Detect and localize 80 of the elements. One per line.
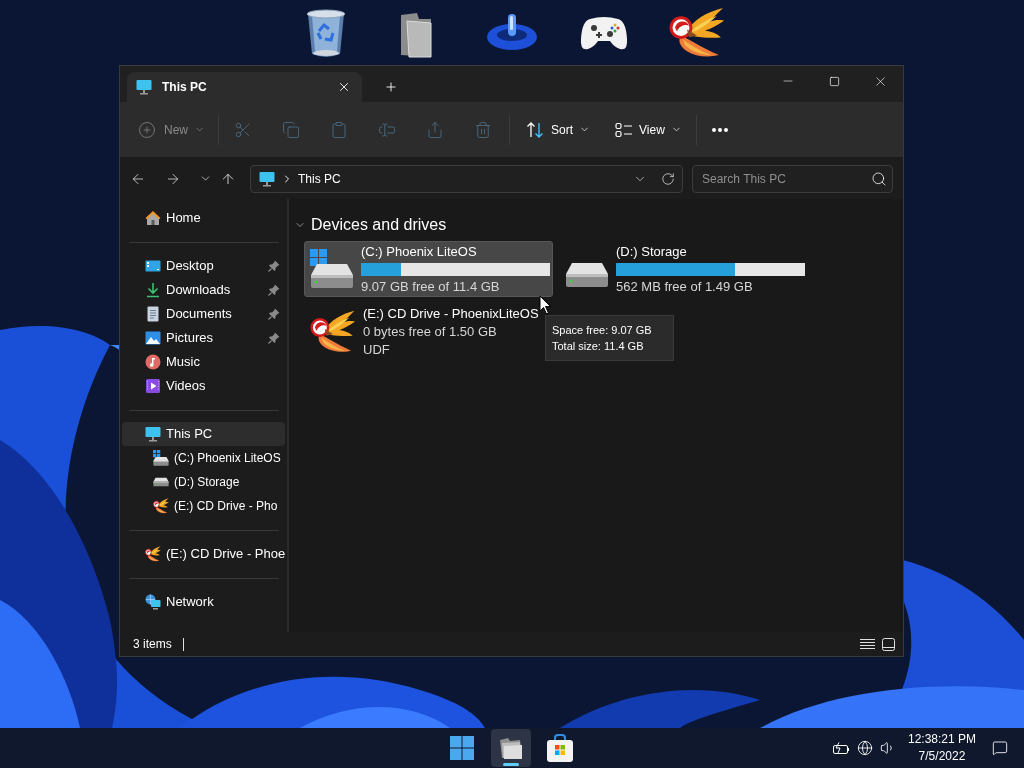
text-cursor-icon (378, 120, 396, 139)
battery-charging-icon[interactable] (832, 741, 850, 755)
sidebar-item[interactable]: Home (122, 206, 285, 230)
sidebar-item[interactable]: (E:) CD Drive - Phoe (122, 542, 285, 566)
file-system-text: UDF (363, 341, 391, 359)
sidebar-item[interactable]: This PC (122, 422, 285, 446)
winged-logo-icon (310, 310, 356, 354)
monitor-icon (136, 79, 152, 95)
scissors-icon (234, 120, 252, 139)
drive-tile[interactable]: (E:) CD Drive - PhoenixLiteOS 0 bytes free of 1.50 GB UDF (304, 304, 553, 360)
drive-name: (C:) Phoenix LiteOS (361, 244, 478, 260)
tiles-view-icon[interactable] (882, 637, 895, 651)
house-icon (145, 210, 161, 226)
details-view-icon[interactable] (860, 638, 875, 650)
drive-name: (E:) CD Drive - PhoenixLiteOS (363, 305, 539, 323)
video-icon (145, 378, 161, 394)
sidebar-item[interactable]: (E:) CD Drive - Pho (122, 494, 285, 518)
search-field[interactable]: Search This PC (692, 164, 893, 193)
plus-icon (384, 80, 398, 94)
group-heading: Devices and drives (311, 215, 447, 235)
sidebar-item[interactable]: Desktop (122, 254, 285, 278)
sidebar-item[interactable]: Pictures (122, 326, 285, 350)
windows-logo-icon (449, 736, 474, 760)
address-bar[interactable]: This PC (250, 164, 683, 193)
folders-icon (499, 737, 522, 759)
item-count: 3 items (133, 636, 172, 653)
tooltip-line: Total size: 11.4 GB (552, 339, 645, 354)
winged-logo-icon (153, 498, 169, 514)
monitor-icon (259, 170, 275, 187)
sidebar-item[interactable]: Documents (122, 302, 285, 326)
breadcrumb-item[interactable]: This PC (298, 169, 341, 188)
sort-arrows-icon (526, 120, 544, 139)
taskbar-app-button[interactable] (490, 729, 531, 767)
sort-button[interactable]: Sort (516, 111, 596, 148)
sidebar-item[interactable]: Videos (122, 374, 285, 398)
free-space-text: 0 bytes free of 1.50 GB (363, 323, 498, 341)
network-icon (145, 594, 161, 610)
globe-icon[interactable] (856, 740, 873, 756)
sidebar-item[interactable]: (C:) Phoenix LiteOS (122, 446, 285, 470)
system-drive-icon (153, 450, 169, 466)
close-icon (337, 80, 351, 94)
sidebar-item[interactable]: (D:) Storage (122, 470, 285, 494)
power-icon[interactable] (485, 12, 539, 52)
clock-time[interactable]: 12:38:21 PM (907, 731, 976, 748)
monitor-icon (145, 426, 161, 442)
copy-icon (282, 120, 300, 139)
clipboard-icon (330, 120, 348, 139)
sidebar-item[interactable]: Music (122, 350, 285, 374)
search-icon (871, 170, 887, 187)
drive-tile[interactable]: (D:) Storage 562 MB free of 1.49 GB (559, 241, 807, 297)
tooltip-line: Space free: 9.07 GB (552, 323, 653, 338)
sidebar-item[interactable]: Network (122, 590, 285, 614)
shopping-bag-icon (546, 734, 573, 762)
clock-date[interactable]: 7/5/2022 (918, 748, 966, 765)
mouse-pointer-icon (539, 295, 552, 315)
free-space-text: 9.07 GB free of 11.4 GB (361, 279, 501, 295)
share-icon (426, 120, 444, 139)
free-space-text: 562 MB free of 1.49 GB (616, 279, 754, 295)
system-drive-icon (310, 249, 354, 289)
picture-icon (145, 330, 161, 346)
refresh-icon (661, 171, 675, 186)
ellipsis-icon (712, 127, 728, 132)
drive-tile[interactable]: (C:) Phoenix LiteOS 9.07 GB free of 11.4 GB (304, 241, 553, 297)
winged-logo-icon (145, 546, 161, 562)
sidebar-item[interactable]: Downloads (122, 278, 285, 302)
music-note-icon (145, 354, 161, 370)
winged-logo-icon (669, 7, 725, 59)
document-icon (145, 306, 161, 322)
view-button[interactable]: View (605, 111, 687, 148)
maximize-icon (828, 75, 840, 87)
trash-icon (474, 120, 492, 139)
drive-icon (565, 262, 609, 288)
drive-icon (153, 477, 169, 487)
plus-circle-icon (138, 120, 156, 139)
drive-name: (D:) Storage (616, 244, 688, 260)
desktop-folder-icon (145, 258, 161, 274)
view-options-icon (615, 120, 633, 139)
notification-icon[interactable] (992, 740, 1008, 756)
tab[interactable]: This PC (127, 72, 362, 102)
download-arrow-icon (145, 282, 161, 298)
